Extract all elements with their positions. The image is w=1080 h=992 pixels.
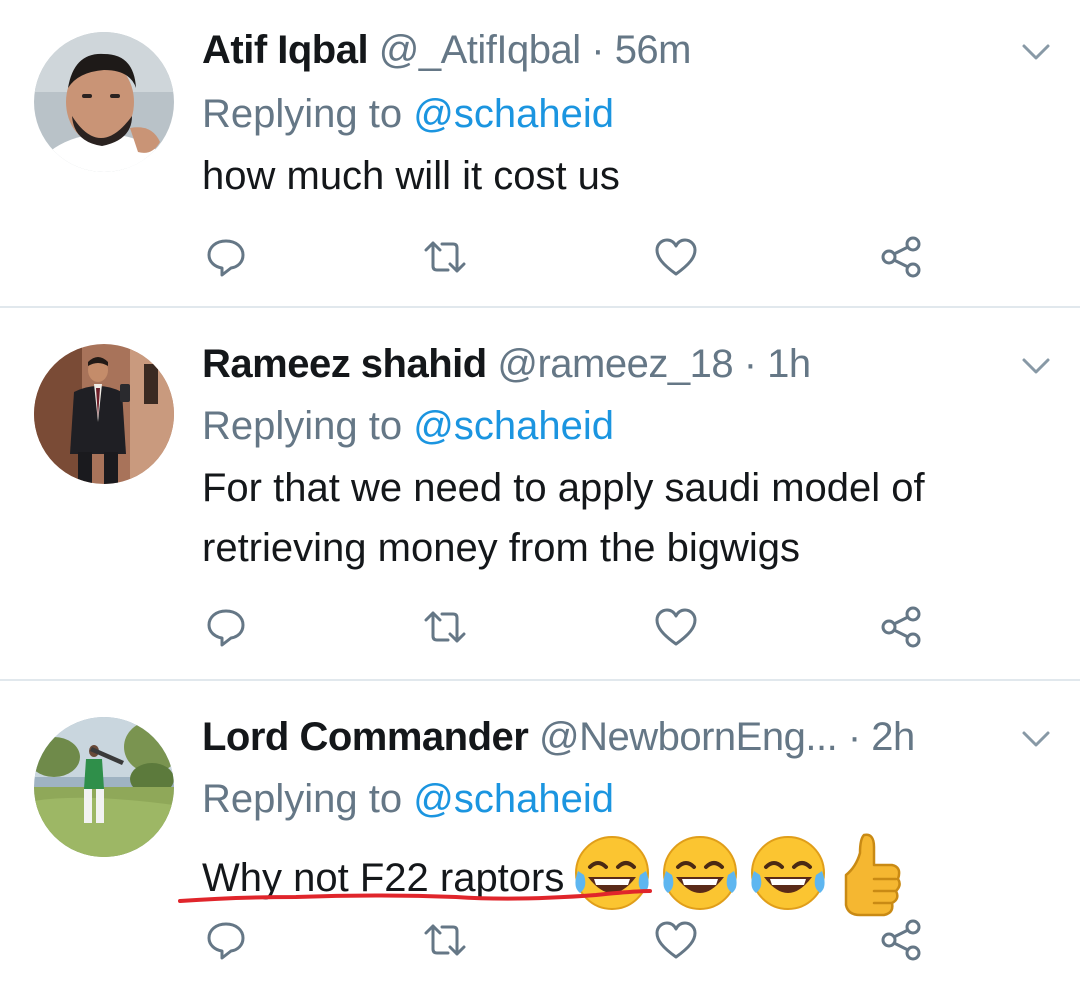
chevron-down-icon[interactable]: [1018, 40, 1054, 64]
tweet-text: For that we need to apply saudi model of…: [202, 458, 1042, 578]
share-icon: [881, 236, 921, 278]
share-icon: [881, 606, 921, 648]
replying-to: Replying to @schaheid: [202, 90, 614, 138]
avatar[interactable]: [34, 32, 174, 172]
tweet-actions: [0, 232, 1080, 282]
tweet-header: Rameez shahid @rameez_18 · 1h: [202, 340, 811, 388]
tweet-header: Atif Iqbal @_AtifIqbal · 56m: [202, 26, 692, 74]
chevron-down-icon[interactable]: [1018, 354, 1054, 378]
tweet-text-line: For that we need to apply saudi model of: [202, 466, 925, 510]
timestamp[interactable]: 1h: [767, 342, 811, 386]
face-with-tears-of-joy-icon: [751, 836, 826, 910]
separator-dot: ·: [743, 342, 757, 386]
author-handle[interactable]: @_AtifIqbal: [379, 28, 581, 72]
reply-button[interactable]: [201, 232, 251, 282]
timestamp[interactable]: 56m: [615, 28, 692, 72]
like-button[interactable]: [651, 232, 701, 282]
like-button[interactable]: [651, 915, 701, 965]
reply-icon: [207, 239, 245, 277]
retweet-button[interactable]: [420, 915, 470, 965]
timestamp[interactable]: 2h: [871, 715, 915, 759]
share-button[interactable]: [876, 602, 926, 652]
replying-prefix: Replying to: [202, 92, 403, 136]
replying-prefix: Replying to: [202, 404, 403, 448]
share-icon: [881, 919, 921, 961]
face-with-tears-of-joy-icon: [663, 836, 738, 910]
retweet-icon: [424, 924, 466, 956]
author-name[interactable]: Rameez shahid: [202, 342, 487, 386]
separator-dot: ·: [847, 715, 861, 759]
author-name[interactable]: Atif Iqbal: [202, 28, 369, 72]
replying-to: Replying to @schaheid: [202, 402, 614, 450]
thumbs-up-icon: [845, 833, 902, 917]
annotation-underline: [178, 889, 652, 903]
reply-button[interactable]: [201, 915, 251, 965]
retweet-button[interactable]: [420, 232, 470, 282]
avatar[interactable]: [34, 717, 174, 857]
replying-prefix: Replying to: [202, 777, 403, 821]
tweet-2[interactable]: Rameez shahid @rameez_18 · 1h Replying t…: [0, 308, 1080, 680]
tweet-text-line: how much will it cost us: [202, 154, 620, 198]
chevron-down-icon[interactable]: [1018, 727, 1054, 751]
separator-dot: ·: [591, 28, 605, 72]
tweet-actions: [0, 602, 1080, 652]
heart-icon: [655, 921, 697, 959]
heart-icon: [655, 238, 697, 276]
tweet-1[interactable]: Atif Iqbal @_AtifIqbal · 56m Replying to…: [0, 0, 1080, 307]
author-handle[interactable]: @NewbornEng...: [539, 715, 838, 759]
reply-button[interactable]: [201, 602, 251, 652]
heart-icon: [655, 608, 697, 646]
tweet-actions: [0, 915, 1080, 965]
like-button[interactable]: [651, 602, 701, 652]
tweet-text-line: retrieving money from the bigwigs: [202, 526, 801, 570]
retweet-icon: [424, 611, 466, 643]
reply-icon: [207, 609, 245, 647]
tweet-3[interactable]: Lord Commander @NewbornEng... · 2h Reply…: [0, 681, 1080, 992]
share-button[interactable]: [876, 232, 926, 282]
share-button[interactable]: [876, 915, 926, 965]
author-handle[interactable]: @rameez_18: [497, 342, 733, 386]
avatar[interactable]: [34, 344, 174, 484]
tweet-text: how much will it cost us: [202, 146, 1042, 206]
reply-icon: [207, 922, 245, 960]
reply-mention-link[interactable]: @schaheid: [413, 777, 614, 821]
replying-to: Replying to @schaheid: [202, 775, 614, 823]
reply-mention-link[interactable]: @schaheid: [413, 92, 614, 136]
tweet-header: Lord Commander @NewbornEng... · 2h: [202, 713, 915, 761]
retweet-button[interactable]: [420, 602, 470, 652]
retweet-icon: [424, 241, 466, 273]
author-name[interactable]: Lord Commander: [202, 715, 529, 759]
reply-mention-link[interactable]: @schaheid: [413, 404, 614, 448]
